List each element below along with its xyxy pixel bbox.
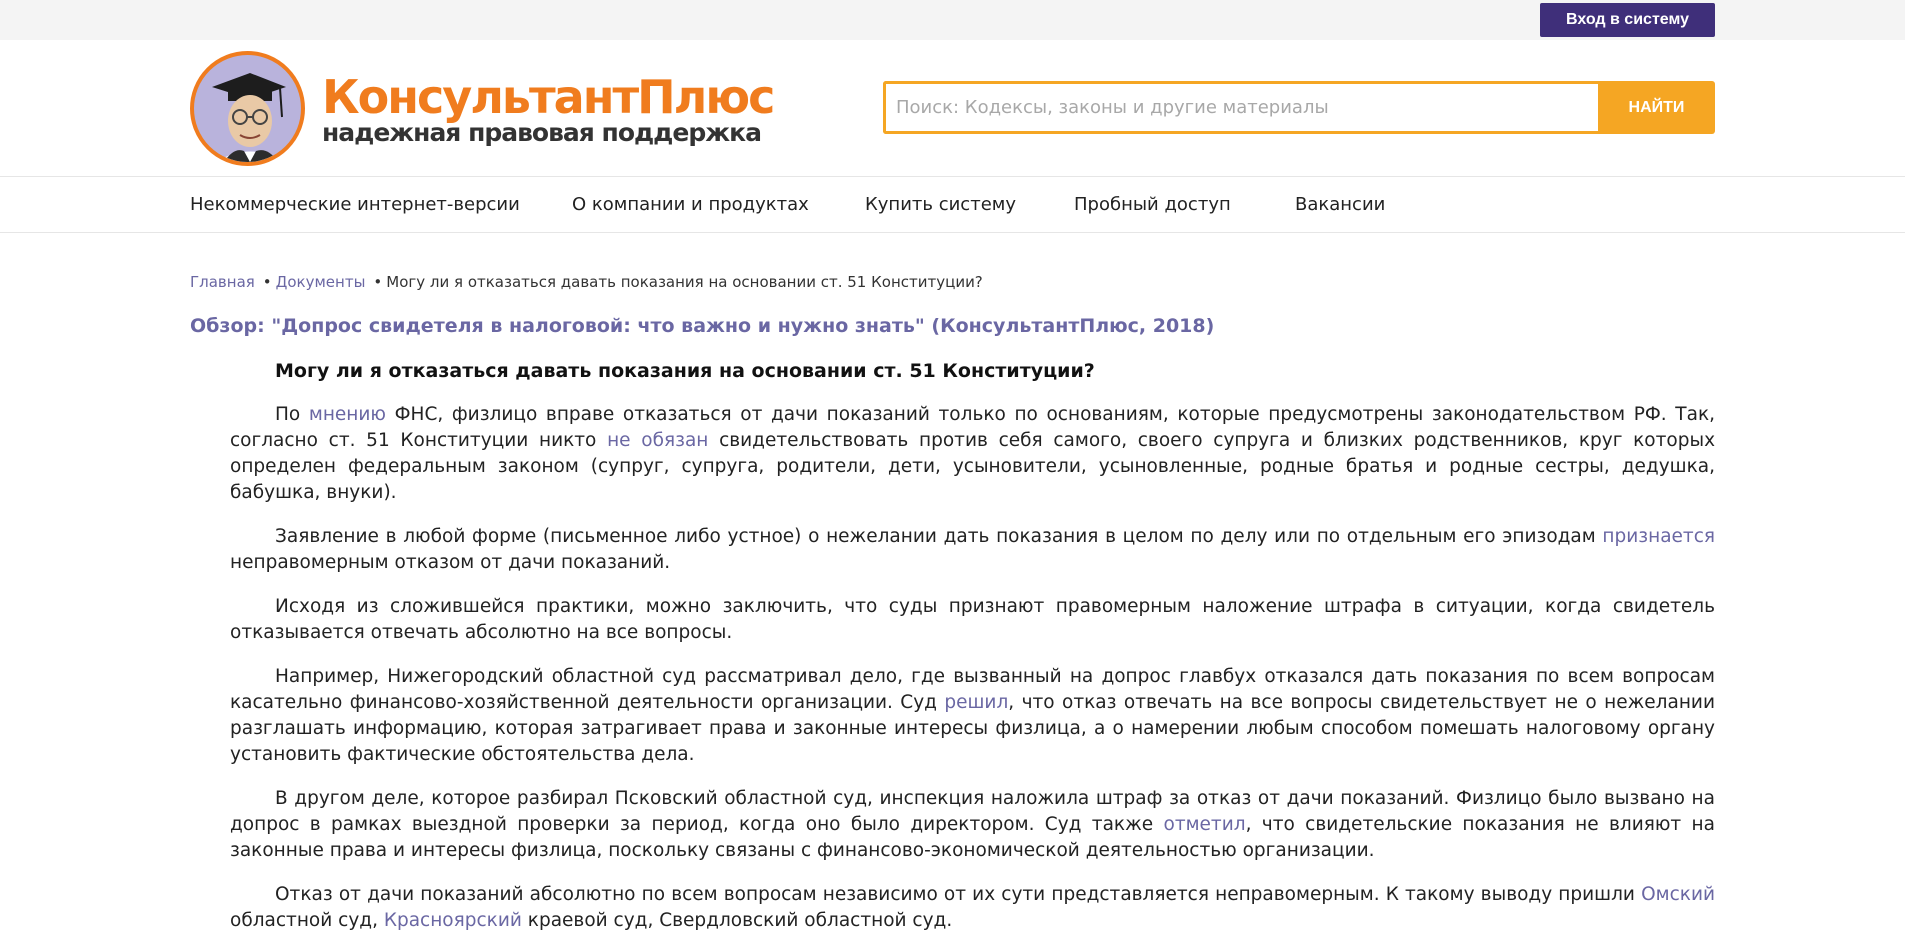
- paragraph: Заявление в любой форме (письменное либо…: [230, 524, 1715, 576]
- paragraph: В другом деле, которое разбирал Псковски…: [230, 786, 1715, 864]
- search-button[interactable]: НАЙТИ: [1598, 81, 1715, 134]
- link-krasnoyarsk-court[interactable]: Красноярский: [384, 910, 522, 931]
- paragraph-text: Заявление в любой форме (письменное либо…: [275, 526, 1603, 547]
- nav-item-about-company[interactable]: О компании и продуктах: [572, 194, 809, 215]
- nav-item-vacancies[interactable]: Вакансии: [1295, 194, 1385, 215]
- link-fns-opinion[interactable]: мнению: [309, 404, 386, 425]
- breadcrumb-current: Могу ли я отказаться давать показания на…: [386, 273, 983, 291]
- paragraph-text: областной суд,: [230, 910, 384, 931]
- logo-tagline: надежная правовая поддержка: [322, 118, 762, 147]
- login-button[interactable]: Вход в систему: [1540, 3, 1715, 37]
- nav-item-trial-access[interactable]: Пробный доступ: [1074, 194, 1231, 215]
- link-omsk-court[interactable]: Омский: [1641, 884, 1715, 905]
- paragraph-text: неправомерным отказом от дачи показаний.: [230, 552, 671, 573]
- breadcrumb-separator: •: [373, 273, 383, 291]
- link-court-noted[interactable]: отметил: [1164, 814, 1246, 835]
- breadcrumb-separator: •: [262, 273, 272, 291]
- breadcrumb-home-link[interactable]: Главная: [190, 273, 255, 291]
- article-question: Могу ли я отказаться давать показания на…: [275, 360, 1095, 382]
- search-input[interactable]: [896, 97, 1598, 118]
- link-court-decided[interactable]: решил: [944, 692, 1008, 713]
- paragraph-text: краевой суд, Свердловский областной суд.: [521, 910, 953, 931]
- link-recognized[interactable]: признается: [1602, 526, 1715, 547]
- nav-item-noncommercial-versions[interactable]: Некоммерческие интернет-версии: [190, 194, 520, 215]
- paragraph: Исходя из сложившейся практики, можно за…: [230, 594, 1715, 646]
- nav-item-buy-system[interactable]: Купить систему: [865, 194, 1016, 215]
- logo-mascot-icon[interactable]: [190, 51, 305, 166]
- search-field[interactable]: [883, 81, 1598, 134]
- paragraph: Отказ от дачи показаний абсолютно по все…: [230, 882, 1715, 934]
- link-not-obliged[interactable]: не обязан: [607, 430, 708, 451]
- paragraph: По мнению ФНС, физлицо вправе отказаться…: [230, 402, 1715, 506]
- article-body: Могу ли я отказаться давать показания на…: [230, 360, 1715, 952]
- top-bar: Вход в систему: [0, 0, 1905, 40]
- review-title: Обзор: "Допрос свидетеля в налоговой: чт…: [190, 315, 1215, 337]
- logo-wordmark[interactable]: КонсультантПлюс: [322, 74, 775, 120]
- main-navigation: Некоммерческие интернет-версии О компани…: [0, 177, 1905, 233]
- site-header: КонсультантПлюс надежная правовая поддер…: [0, 40, 1905, 177]
- breadcrumb-documents-link[interactable]: Документы: [276, 273, 366, 291]
- paragraph-text: Исходя из сложившейся практики, можно за…: [230, 596, 1715, 643]
- paragraph: Например, Нижегородский областной суд ра…: [230, 664, 1715, 768]
- breadcrumb: Главная • Документы • Могу ли я отказаться д…: [190, 273, 983, 291]
- paragraph-text: Отказ от дачи показаний абсолютно по все…: [275, 884, 1642, 905]
- paragraph-text: По: [275, 404, 309, 425]
